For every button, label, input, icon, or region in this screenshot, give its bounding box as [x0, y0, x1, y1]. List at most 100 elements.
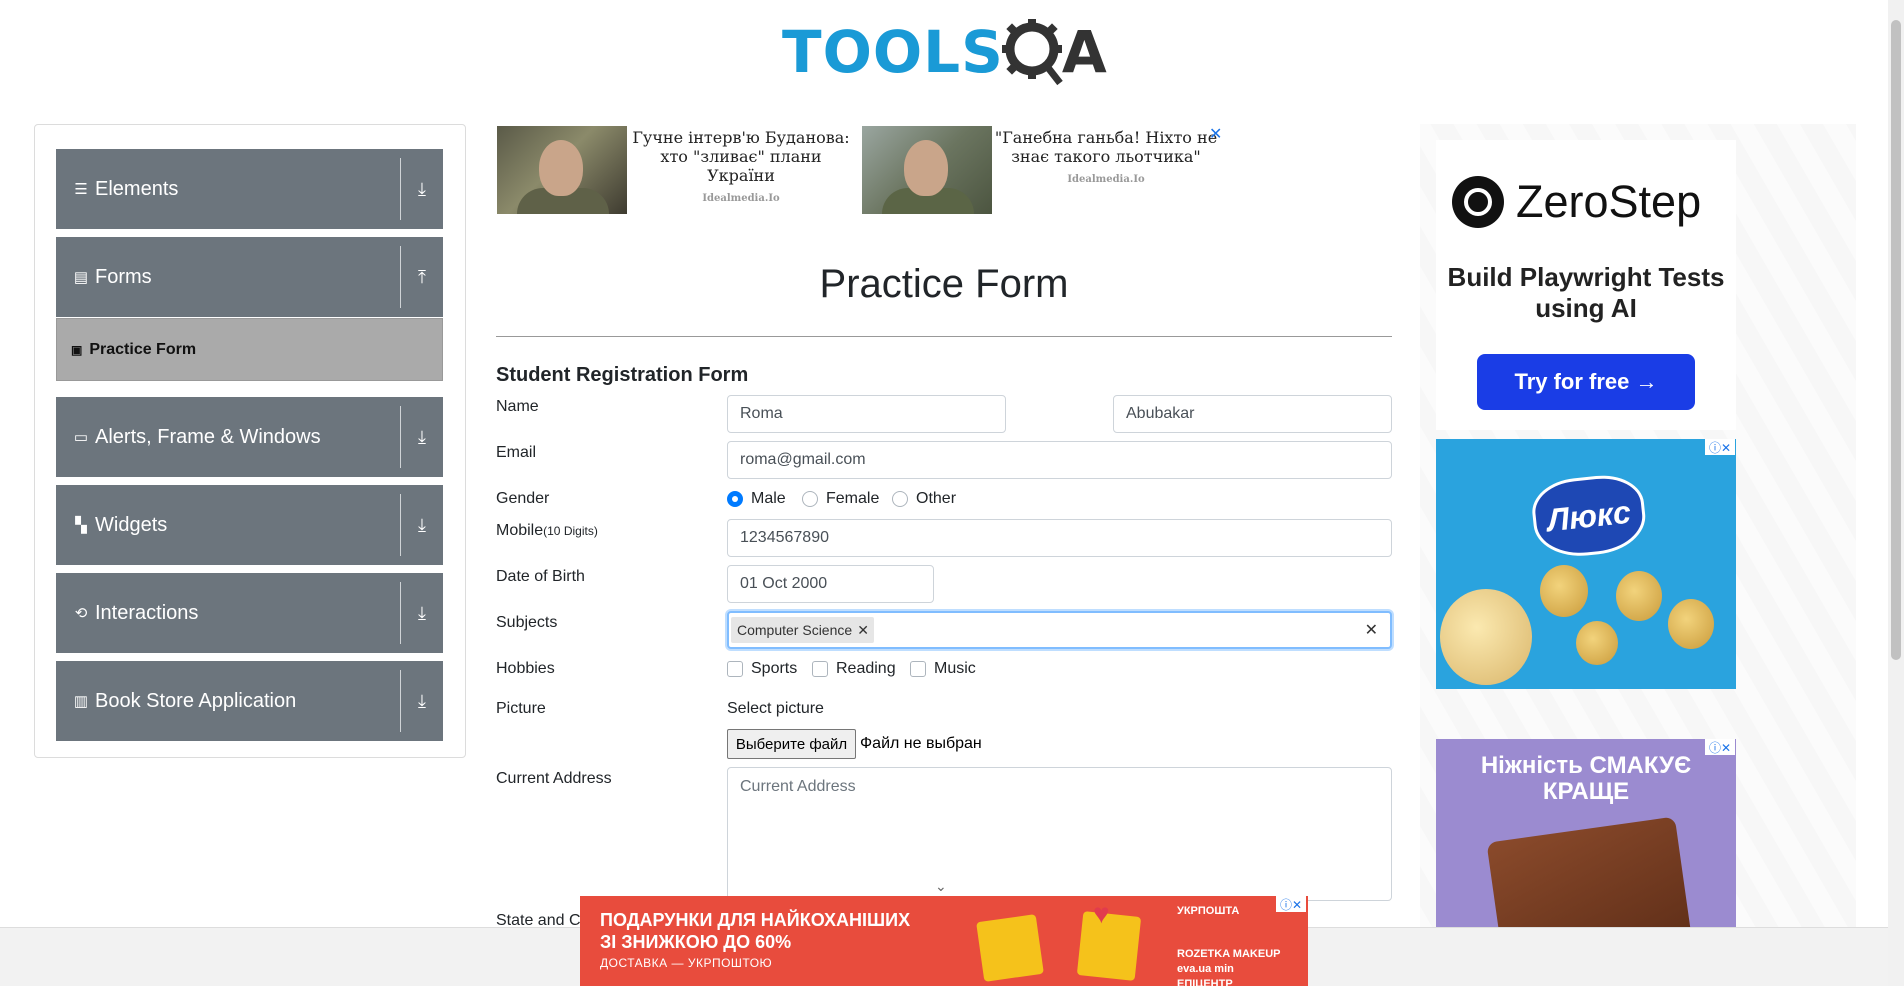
- picture-label: Picture: [496, 700, 546, 717]
- sidebar-group-label: Forms: [95, 265, 152, 288]
- banner-line-3: ДОСТАВКА — УКРПОШТОЮ: [600, 956, 773, 970]
- zerostep-ad[interactable]: ZeroStep Build Playwright Tests using AI…: [1436, 140, 1736, 430]
- radio-label: Female: [826, 490, 880, 507]
- ukrposhta-banner-ad[interactable]: ПОДАРУНКИ ДЛЯ НАЙКОХАНІШИХ ЗІ ЗНИЖКОЮ ДО…: [580, 896, 1308, 986]
- mobile-input[interactable]: 1234567890: [727, 519, 1392, 557]
- ad-text: Гучне інтерв'ю Буданова: хто "зливає" пл…: [627, 126, 855, 214]
- download-arrow-icon[interactable]: ⤓: [401, 603, 443, 624]
- sidebar-group-book-store[interactable]: ▥ Book Store Application ⤓: [56, 661, 443, 741]
- sidebar-group-label: Interactions: [95, 601, 199, 624]
- email-input[interactable]: roma@gmail.com: [727, 441, 1392, 479]
- sidebar-item-label: Practice Form: [89, 340, 197, 358]
- sidebar-group-forms[interactable]: ▤ Forms ⤒: [56, 237, 443, 317]
- heart-icon: ♥: [1093, 898, 1110, 929]
- logo-text-tools: TOOLS: [782, 18, 1004, 86]
- scrollbar-thumb[interactable]: [1891, 20, 1901, 660]
- chip-image: [1616, 571, 1662, 621]
- chip-image: [1668, 599, 1714, 649]
- subject-chip: Computer Science ✕: [731, 617, 875, 643]
- last-name-input[interactable]: Abubakar: [1113, 395, 1392, 433]
- news-ad-2[interactable]: "Ганебна ганьба! Ніхто не знає такого ль…: [862, 126, 1220, 214]
- upload-arrow-icon[interactable]: ⤒: [401, 267, 443, 288]
- ad-info-close-icon[interactable]: ⓘ✕: [1276, 896, 1306, 912]
- radio-icon: [802, 491, 818, 507]
- hobby-checkbox-sports[interactable]: Sports: [727, 660, 797, 678]
- banner-line-1: ПОДАРУНКИ ДЛЯ НАЙКОХАНІШИХ: [600, 910, 911, 930]
- current-address-label: Current Address: [496, 770, 612, 787]
- lux-logo: Люкс: [1529, 471, 1649, 561]
- sidebar-group-widgets[interactable]: ▚ Widgets ⤓: [56, 485, 443, 565]
- download-arrow-icon[interactable]: ⤓: [401, 515, 443, 536]
- chip-image: [1540, 565, 1588, 617]
- ad-info-close-icon[interactable]: ⓘ✕: [1705, 439, 1735, 455]
- email-label: Email: [496, 444, 537, 461]
- chip-image: [1576, 621, 1618, 665]
- file-status-text: Файл не выбран: [860, 735, 982, 752]
- interactions-icon: ⟲: [74, 605, 88, 622]
- radio-icon: [892, 491, 908, 507]
- sidebar-group-elements[interactable]: ☰ Elements ⤓: [56, 149, 443, 229]
- sidebar-group-label: Alerts, Frame & Windows: [95, 425, 321, 448]
- checkbox-label: Music: [934, 660, 976, 677]
- ad-text: "Ганебна ганьба! Ніхто не знає такого ль…: [992, 126, 1220, 214]
- lux-ad[interactable]: Люкс: [1436, 439, 1736, 689]
- zerostep-brand: ZeroStep: [1452, 176, 1701, 228]
- first-name-input[interactable]: Roma: [727, 395, 1006, 433]
- dob-label: Date of Birth: [496, 568, 585, 585]
- chevron-down-icon: ⌄: [935, 878, 947, 894]
- download-arrow-icon[interactable]: ⤓: [401, 691, 443, 712]
- ad-headline: Гучне інтерв'ю Буданова: хто "зливає" пл…: [632, 128, 850, 185]
- list-icon: ☰: [74, 181, 88, 198]
- radio-label: Male: [751, 490, 786, 507]
- download-arrow-icon[interactable]: ⤓: [401, 427, 443, 448]
- page-title: Practice Form: [819, 262, 1069, 306]
- current-address-textarea[interactable]: Current Address: [727, 767, 1392, 901]
- left-sidebar: ☰ Elements ⤓ ▤ Forms ⤒ ▣ Practice Form ▭…: [34, 124, 466, 758]
- sidebar-group-label: Elements: [95, 177, 179, 200]
- subjects-label: Subjects: [496, 614, 558, 631]
- sidebar-item-practice-form[interactable]: ▣ Practice Form: [56, 318, 443, 381]
- hobby-checkbox-music[interactable]: Music: [910, 660, 976, 678]
- gender-radio-male[interactable]: Male: [727, 490, 786, 508]
- gender-radio-female[interactable]: Female: [802, 490, 879, 508]
- ad-info-close-icon[interactable]: ⓘ✕: [1705, 739, 1735, 755]
- gender-radio-other[interactable]: Other: [892, 490, 956, 508]
- hobbies-label: Hobbies: [496, 660, 555, 677]
- checkbox-icon: [727, 661, 743, 677]
- date-of-birth-input[interactable]: 01 Oct 2000: [727, 565, 934, 603]
- banner-line-2: ЗІ ЗНИЖКОЮ ДО 60%: [600, 932, 792, 952]
- document-icon: ▤: [73, 269, 89, 286]
- mobile-hint: (10 Digits): [543, 524, 598, 538]
- scrollbar[interactable]: [1888, 0, 1904, 986]
- sidebar-group-label: Book Store Application: [95, 689, 297, 712]
- news-ad-1[interactable]: Гучне інтерв'ю Буданова: хто "зливає" пл…: [497, 126, 855, 214]
- ad-headline: "Ганебна ганьба! Ніхто не знає такого ль…: [994, 128, 1218, 166]
- form-subtitle: Student Registration Form: [496, 364, 749, 386]
- window-icon: ▭: [73, 429, 89, 446]
- widgets-icon: ▚: [75, 517, 87, 534]
- banner-headline: ПОДАРУНКИ ДЛЯ НАЙКОХАНІШИХ ЗІ ЗНИЖКОЮ ДО…: [600, 909, 910, 953]
- hobby-checkbox-reading[interactable]: Reading: [812, 660, 896, 678]
- select-picture-label: Select picture: [727, 700, 824, 717]
- radio-selected-icon: [727, 491, 743, 507]
- choose-file-button[interactable]: Выберите файл: [727, 729, 856, 759]
- try-for-free-button[interactable]: Try for free →: [1477, 354, 1695, 410]
- divider: [496, 336, 1392, 337]
- download-arrow-icon[interactable]: ⤓: [401, 179, 443, 200]
- radio-label: Other: [916, 490, 957, 507]
- remove-chip-icon[interactable]: ✕: [852, 622, 874, 639]
- banner-partners: УКРПОШТА ROZETKA MAKEUP eva.ua min ЕПІЦЕ…: [1177, 904, 1287, 986]
- clear-icon[interactable]: ✕: [1365, 620, 1378, 640]
- close-ad-icon[interactable]: ✕: [1209, 124, 1222, 144]
- toolsqa-logo[interactable]: TOOLS A: [782, 14, 1108, 90]
- store-logos: ROZETKA MAKEUP eva.ua min ЕПІЦЕНТР: [1177, 948, 1281, 986]
- sidebar-group-interactions[interactable]: ⟲ Interactions ⤓: [56, 573, 443, 653]
- ad-source: Idealmedia.Io: [702, 193, 780, 204]
- ad-thumbnail: [862, 126, 992, 214]
- checkbox-label: Reading: [836, 660, 896, 677]
- ad-thumbnail: [497, 126, 627, 214]
- gender-label: Gender: [496, 490, 550, 507]
- name-label: Name: [496, 398, 539, 415]
- zerostep-tagline: Build Playwright Tests using AI: [1447, 262, 1725, 323]
- sidebar-group-alerts[interactable]: ▭ Alerts, Frame & Windows ⤓: [56, 397, 443, 477]
